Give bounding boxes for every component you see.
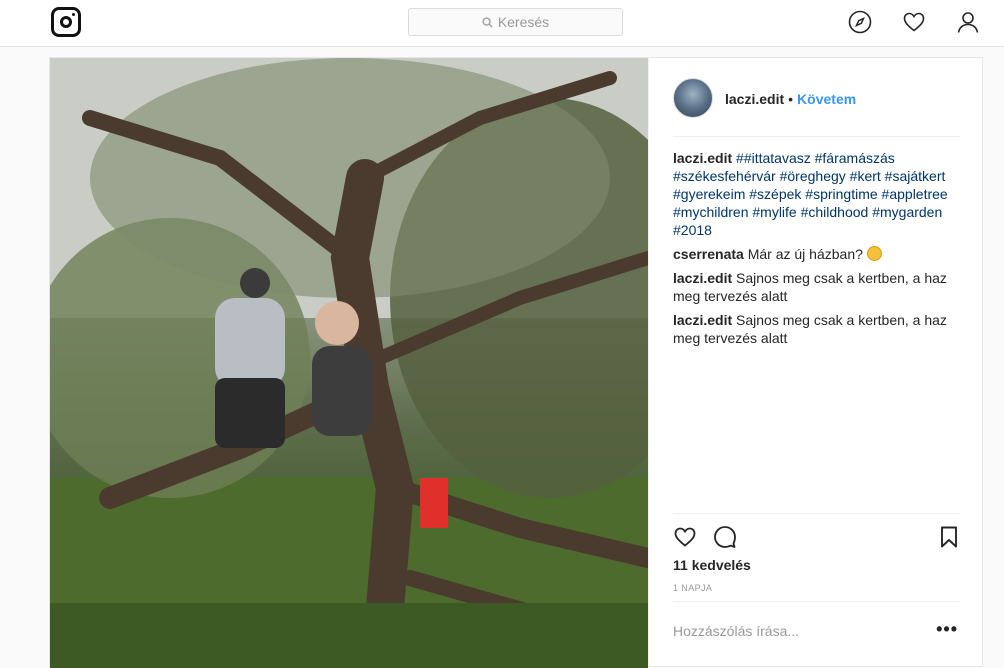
caption: laczi.edit ##ittatavasz #fáramászás #szé… [673, 149, 963, 239]
comments-list: laczi.edit ##ittatavasz #fáramászás #szé… [673, 149, 963, 353]
post-photo[interactable] [50, 58, 648, 668]
comment-bubble-icon[interactable] [713, 525, 737, 549]
comment-text: Már az új házban? [747, 246, 863, 262]
comment-item: cserrenata Már az új házban? [673, 245, 963, 263]
add-comment-divider [673, 601, 960, 602]
comment-username[interactable]: laczi.edit [673, 312, 732, 328]
search-input[interactable]: Keresés [408, 8, 623, 36]
post-card: laczi.edit • Követem laczi.edit ##ittata… [49, 57, 984, 668]
heart-outline-icon[interactable] [673, 525, 697, 549]
top-navigation: Keresés [0, 0, 1004, 47]
post-actions [673, 525, 961, 549]
heart-icon[interactable] [902, 10, 926, 34]
more-options-button[interactable]: ••• [936, 619, 958, 640]
person-icon[interactable] [956, 10, 980, 34]
comment-item: laczi.edit Sajnos meg csak a kertben, a … [673, 311, 963, 347]
avatar[interactable] [673, 78, 713, 118]
separator-dot: • [788, 91, 794, 107]
post-sidebar: laczi.edit • Követem laczi.edit ##ittata… [648, 58, 984, 668]
header-divider [673, 136, 960, 137]
photo-tree-illustration [50, 58, 648, 668]
actions-divider [673, 513, 960, 514]
post-header: laczi.edit • Követem [649, 58, 985, 136]
search-placeholder: Keresés [497, 14, 550, 30]
add-comment-input[interactable]: Hozzászólás írása... [673, 623, 799, 639]
bookmark-icon[interactable] [937, 525, 961, 549]
post-username[interactable]: laczi.edit [725, 91, 784, 107]
likes-count[interactable]: 11 kedvelés [673, 557, 751, 573]
smile-emoji-icon [866, 246, 882, 261]
comment-username[interactable]: laczi.edit [673, 270, 732, 286]
search-icon [482, 16, 493, 28]
comment-username[interactable]: cserrenata [673, 246, 744, 262]
follow-button[interactable]: Követem [797, 91, 856, 107]
instagram-logo-icon[interactable] [51, 7, 81, 37]
compass-icon[interactable] [848, 10, 872, 34]
comment-item: laczi.edit Sajnos meg csak a kertben, a … [673, 269, 963, 305]
caption-username[interactable]: laczi.edit [673, 150, 732, 166]
post-timestamp[interactable]: 1 NAPJA [673, 583, 712, 593]
